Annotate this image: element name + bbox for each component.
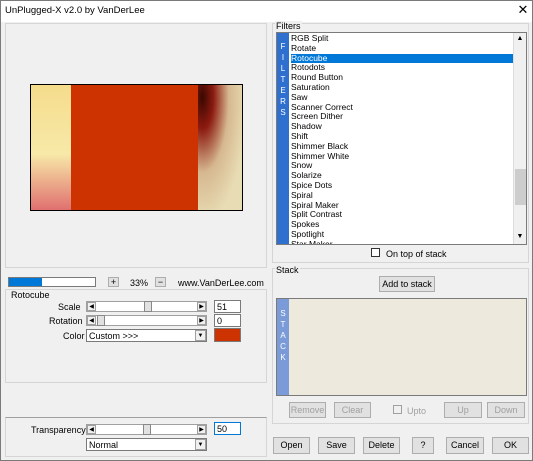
filter-list[interactable]: FILTERS RGB Split Rotate Rotocube Rotodots R… [276,32,527,245]
rotation-input[interactable] [214,314,241,327]
scale-input[interactable] [214,300,241,313]
chevron-down-icon[interactable]: ▼ [195,439,206,450]
upto-checkbox[interactable] [393,405,402,414]
side-letter: A [280,331,286,340]
filter-list-scrollbar[interactable]: ▲ ▼ [513,33,526,244]
transparency-left-arrow-icon[interactable]: ◀ [87,425,96,434]
preview-render [31,85,242,210]
stack-side-label: STACK [277,299,289,363]
stack-list[interactable]: STACK [276,298,527,396]
transparency-slider[interactable]: ◀ ▶ [86,424,207,435]
color-select-value: Custom >>> [89,331,139,341]
add-to-stack-button[interactable]: Add to stack [379,276,435,292]
window-title: UnPlugged-X v2.0 by VanDerLee [5,5,145,16]
blend-mode-select[interactable]: Normal ▼ [86,438,207,451]
scale-slider[interactable]: ◀ ▶ [86,301,207,312]
scale-slider-thumb[interactable] [144,301,152,312]
side-letter: T [280,320,286,329]
remove-button[interactable]: Remove [289,402,326,418]
color-swatch[interactable] [214,328,241,342]
cancel-button[interactable]: Cancel [446,437,484,454]
transparency-right-arrow-icon[interactable]: ▶ [197,425,206,434]
rotation-right-arrow-icon[interactable]: ▶ [197,316,206,325]
color-label: Color [63,331,85,341]
clear-button[interactable]: Clear [334,402,371,418]
stack-side-bar: STACK [277,299,289,395]
filters-group-label: Filters [275,21,302,31]
side-letter: L [280,64,286,73]
delete-button[interactable]: Delete [363,437,400,454]
blend-mode-value: Normal [89,440,119,450]
on-top-label: On top of stack [386,249,447,259]
upto-label: Upto [407,406,427,416]
progress-fill [9,278,42,286]
zoom-out-button[interactable]: − [155,277,166,287]
rotation-left-arrow-icon[interactable]: ◀ [87,316,96,325]
transparency-label: Transparency [31,425,86,435]
scroll-down-icon[interactable]: ▼ [515,233,525,240]
ok-button[interactable]: OK [492,437,529,454]
side-letter: I [281,53,285,62]
transparency-slider-thumb[interactable] [143,424,151,435]
down-button[interactable]: Down [487,402,525,418]
filter-list-item[interactable]: Rotocube [291,53,525,64]
open-button[interactable]: Open [273,437,310,454]
filter-list-item[interactable]: Star Maker [291,239,333,244]
rotation-slider-thumb[interactable] [97,315,105,326]
scroll-up-icon[interactable]: ▲ [515,35,525,42]
rotation-slider[interactable]: ◀ ▶ [86,315,207,326]
chevron-down-icon[interactable]: ▼ [195,330,206,341]
color-select[interactable]: Custom >>> ▼ [86,329,207,342]
preview-image[interactable] [30,84,243,211]
filters-side-bar: FILTERS [277,33,289,244]
zoom-level: 33% [130,278,149,288]
zoom-in-button[interactable]: + [108,277,119,287]
help-button[interactable]: ? [412,437,434,454]
side-letter: R [280,97,286,106]
rotocube-group-label: Rotocube [10,290,51,300]
transparency-input[interactable] [214,422,241,435]
filters-side-label: FILTERS [277,33,289,118]
stack-group-label: Stack [275,265,300,275]
side-letter: S [280,309,286,318]
side-letter: E [280,86,286,95]
side-letter: K [280,353,286,362]
scrollbar-thumb[interactable] [515,169,526,205]
side-letter: T [280,75,286,84]
scale-left-arrow-icon[interactable]: ◀ [87,302,96,311]
scale-right-arrow-icon[interactable]: ▶ [197,302,206,311]
side-letter: C [280,342,286,351]
side-letter: S [280,108,286,117]
rotation-label: Rotation [49,316,83,326]
on-top-checkbox[interactable] [371,248,380,257]
save-button[interactable]: Save [318,437,355,454]
side-letter: F [280,42,286,51]
progress-bar [8,277,96,287]
up-button[interactable]: Up [444,402,482,418]
scale-label: Scale [58,302,81,312]
website-link[interactable]: www.VanDerLee.com [178,278,264,288]
close-icon[interactable]: ✕ [515,2,531,18]
